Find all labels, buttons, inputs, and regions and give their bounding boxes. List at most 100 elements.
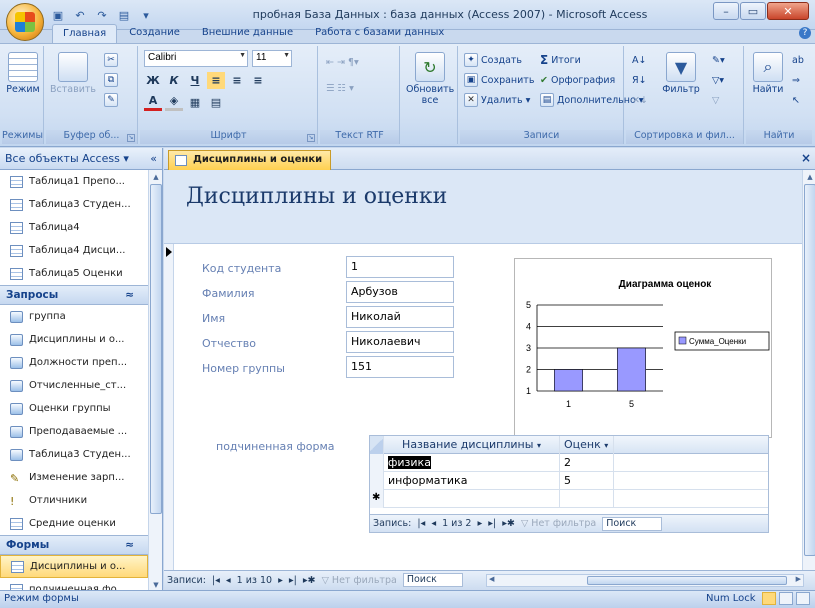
nav-item-query[interactable]: ✎ Изменение зарп... xyxy=(0,466,148,489)
toggle-filter-button[interactable]: ▽ xyxy=(712,92,719,108)
align-left-icon[interactable]: ≡ xyxy=(207,71,225,89)
font-name-combo[interactable]: Calibri ▼ xyxy=(144,50,248,67)
delete-record-button[interactable]: ✕ Удалить ▾ xyxy=(464,92,530,108)
new-record-button[interactable]: ✦ Создать xyxy=(464,52,522,68)
nav-item-table[interactable]: Таблица5 Оценки xyxy=(0,262,148,285)
gridlines-icon[interactable]: ▦ xyxy=(186,94,204,111)
form-vertical-scrollbar[interactable]: ▲ xyxy=(802,170,815,570)
list-icons[interactable]: ☰ ☷ ▾ xyxy=(326,80,354,96)
new-record-nav-icon[interactable]: ▸✱ xyxy=(303,575,316,586)
nav-group-forms[interactable]: Формы ≈ xyxy=(0,535,148,555)
main-search-input[interactable]: Поиск xyxy=(402,573,463,587)
maximize-button[interactable]: ▭ xyxy=(740,2,766,20)
alternate-fill-icon[interactable]: ▤ xyxy=(207,94,225,111)
nav-group-queries[interactable]: Запросы ≈ xyxy=(0,285,148,305)
record-counter[interactable]: 1 из 10 xyxy=(237,575,272,586)
select-all-cell[interactable] xyxy=(370,436,384,454)
nav-item-query[interactable]: Средние оценки xyxy=(0,512,148,535)
cell-discipline[interactable]: физика xyxy=(384,454,560,472)
advanced-filter-button[interactable]: ▽▾ xyxy=(712,72,724,88)
dialog-launcher-icon[interactable]: ↘ xyxy=(307,134,315,142)
nav-item-query[interactable]: Должности преп... xyxy=(0,351,148,374)
cell-discipline[interactable]: информатика xyxy=(384,472,560,490)
row-selector[interactable] xyxy=(370,454,384,472)
tab-external-data[interactable]: Внешние данные xyxy=(192,24,303,44)
selection-filter-button[interactable]: ✎▾ xyxy=(712,52,725,68)
sort-desc-button[interactable]: Я↓ xyxy=(632,72,647,88)
collapse-pane-icon[interactable]: « xyxy=(150,152,157,165)
first-record-icon[interactable]: |◂ xyxy=(417,518,425,529)
document-tab[interactable]: Дисциплины и оценки xyxy=(168,150,332,170)
underline-icon[interactable]: Ч xyxy=(186,72,204,89)
nav-item-table[interactable]: Таблица3 Студен... xyxy=(0,193,148,216)
scroll-thumb[interactable] xyxy=(804,184,815,556)
scroll-up-icon[interactable]: ▲ xyxy=(149,170,163,184)
sort-asc-button[interactable]: A↓ xyxy=(632,52,646,68)
no-filter-indicator[interactable]: ▽ Нет фильтра xyxy=(322,575,397,586)
row-selector[interactable] xyxy=(370,472,384,490)
nav-item-query[interactable]: Дисциплины и о... xyxy=(0,328,148,351)
scroll-thumb[interactable] xyxy=(587,576,787,585)
paste-button[interactable]: Вставить xyxy=(50,52,96,95)
copy-button[interactable]: ⧉ xyxy=(104,72,118,88)
scroll-left-icon[interactable]: ◀ xyxy=(489,575,494,583)
chevron-down-icon[interactable]: ▾ xyxy=(537,441,541,450)
indent-icons[interactable]: ⇤ ⇥ ¶▾ xyxy=(326,54,359,70)
help-icon[interactable]: ? xyxy=(799,27,811,39)
nav-item-query[interactable]: Отчисленные_ст... xyxy=(0,374,148,397)
nav-item-form[interactable]: Дисциплины и о... xyxy=(0,555,148,578)
horizontal-scrollbar[interactable]: ◀ ▶ xyxy=(486,574,804,587)
align-right-icon[interactable]: ≡ xyxy=(249,72,267,89)
save-record-button[interactable]: ▣ Сохранить xyxy=(464,72,534,88)
tab-create[interactable]: Создание xyxy=(119,24,190,44)
form-view-icon[interactable] xyxy=(762,592,776,605)
italic-icon[interactable]: К xyxy=(165,72,183,89)
new-record-nav-icon[interactable]: ▸✱ xyxy=(502,518,515,529)
nav-item-query[interactable]: группа xyxy=(0,305,148,328)
table-row[interactable]: физика 2 xyxy=(370,454,768,472)
last-record-icon[interactable]: ▸| xyxy=(289,575,297,586)
nav-item-query[interactable]: ! Отличники xyxy=(0,489,148,512)
nav-item-table[interactable]: Таблица1 Препо... xyxy=(0,170,148,193)
replace-button[interactable]: ab xyxy=(792,52,804,68)
fill-color-icon[interactable]: ◈ xyxy=(165,94,183,111)
format-painter-button[interactable]: ✎ xyxy=(104,92,118,108)
first-record-icon[interactable]: |◂ xyxy=(212,575,220,586)
nav-item-table[interactable]: Таблица4 xyxy=(0,216,148,239)
totals-button[interactable]: Σ Итоги xyxy=(540,52,581,68)
view-icon[interactable]: ▤ xyxy=(116,7,132,23)
scroll-right-icon[interactable]: ▶ xyxy=(796,575,801,583)
cut-button[interactable]: ✂ xyxy=(104,52,118,68)
no-filter-indicator[interactable]: ▽ Нет фильтра xyxy=(521,518,596,529)
cell-grade[interactable]: 2 xyxy=(560,454,614,472)
find-button[interactable]: ⌕ Найти xyxy=(748,52,788,95)
last-name-field[interactable]: Арбузов xyxy=(346,281,454,303)
grades-chart[interactable]: Диаграмма оценок 1 2 3 4 5 1 5 Сумма_Оценки xyxy=(514,258,772,438)
column-header-discipline[interactable]: Название дисциплины ▾ xyxy=(384,436,560,454)
scroll-thumb[interactable] xyxy=(150,184,162,514)
layout-view-icon[interactable] xyxy=(779,592,793,605)
office-button[interactable] xyxy=(6,3,44,41)
cell-grade[interactable]: 5 xyxy=(560,472,614,490)
table-row[interactable]: информатика 5 xyxy=(370,472,768,490)
prev-record-icon[interactable]: ◂ xyxy=(431,518,436,529)
refresh-all-button[interactable]: ↻ Обновить все xyxy=(406,52,454,106)
next-record-icon[interactable]: ▸ xyxy=(278,575,283,586)
close-button[interactable]: ✕ xyxy=(767,2,809,20)
tab-home[interactable]: Главная xyxy=(52,24,118,44)
minimize-button[interactable]: – xyxy=(713,2,739,20)
cell-discipline[interactable] xyxy=(384,490,560,508)
record-counter[interactable]: 1 из 2 xyxy=(442,518,471,529)
subform-search-input[interactable]: Поиск xyxy=(602,516,663,531)
next-record-icon[interactable]: ▸ xyxy=(477,518,482,529)
goto-button[interactable]: ⇒ xyxy=(792,72,800,88)
column-header-grade[interactable]: Оценк ▾ xyxy=(560,436,614,454)
cell-grade[interactable] xyxy=(560,490,614,508)
last-record-icon[interactable]: ▸| xyxy=(488,518,496,529)
spelling-button[interactable]: ✔ Орфография xyxy=(540,72,615,88)
close-document-icon[interactable]: × xyxy=(801,151,811,165)
chevron-down-icon[interactable]: ▾ xyxy=(604,441,608,450)
scroll-up-icon[interactable]: ▲ xyxy=(803,170,815,184)
new-record-row[interactable]: ✱ xyxy=(370,490,768,508)
nav-item-table[interactable]: Таблица4 Дисци... xyxy=(0,239,148,262)
